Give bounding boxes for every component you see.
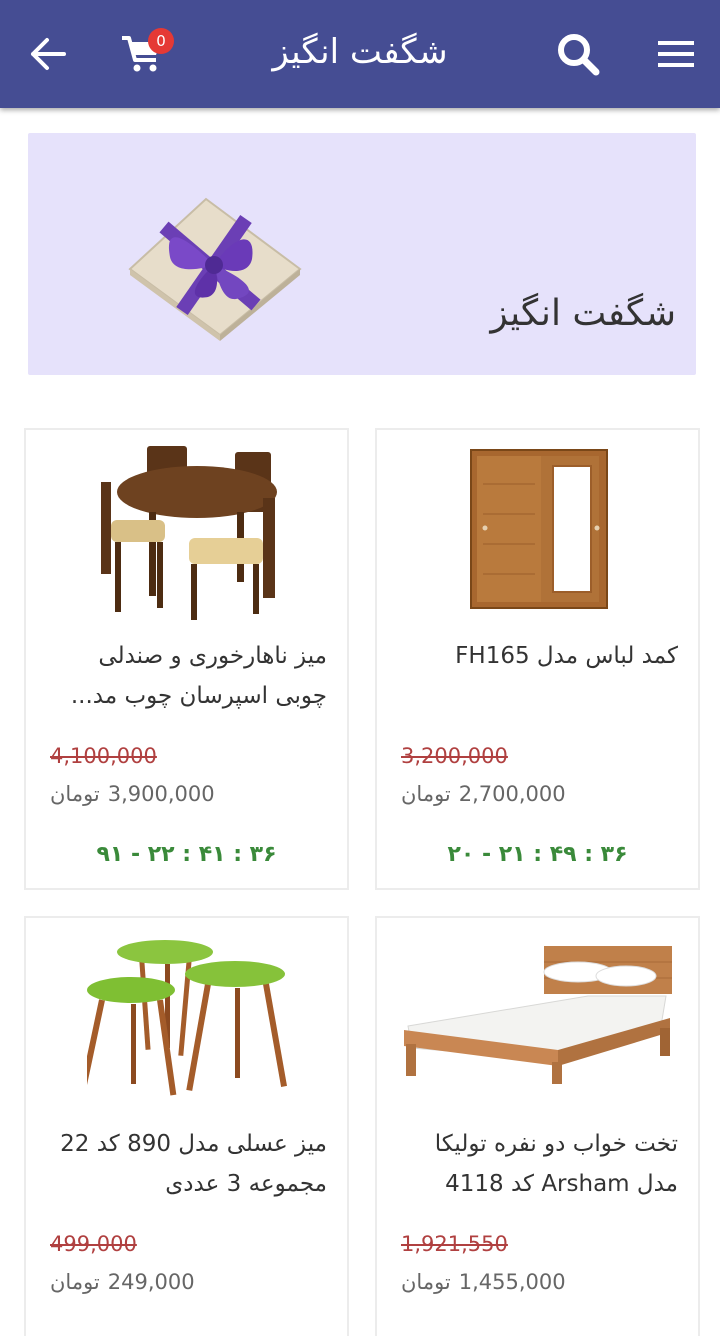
- old-price: 3,200,000: [401, 744, 508, 768]
- product-name[interactable]: تخت خواب دو نفره تولیکا مدل Arsham کد 41…: [395, 1124, 678, 1204]
- banner-title: شگفت انگیز: [490, 293, 676, 334]
- product-card[interactable]: میز عسلی مدل 890 کد 22 مجموعه 3 عددی 499…: [24, 916, 349, 1336]
- search-icon: [558, 34, 600, 76]
- menu-button[interactable]: [646, 24, 706, 84]
- currency-label: تومان: [50, 1270, 100, 1294]
- old-price: 499,000: [50, 1232, 137, 1256]
- promo-banner[interactable]: شگفت انگیز: [28, 133, 696, 375]
- old-price: 1,921,550: [401, 1232, 508, 1256]
- countdown-timer: ۹۱ - ۲۲ : ۴۱ : ۳۶: [96, 842, 277, 867]
- side-tables-image: [86, 940, 287, 1096]
- page-title: شگفت انگیز: [272, 32, 448, 72]
- app-bar: 0 شگفت انگیز: [0, 0, 720, 108]
- old-price: 4,100,000: [50, 744, 157, 768]
- countdown-timer: ۲۰ - ۲۱ : ۴۹ : ۳۶: [447, 842, 628, 867]
- product-name[interactable]: میز عسلی مدل 890 کد 22 مجموعه 3 عددی: [44, 1124, 327, 1204]
- product-card[interactable]: کمد لباس مدل FH165 3,200,000 تومان 2,700…: [375, 428, 700, 890]
- product-card[interactable]: تخت خواب دو نفره تولیکا مدل Arsham کد 41…: [375, 916, 700, 1336]
- bed-image: [403, 946, 672, 1084]
- currency-label: تومان: [401, 782, 451, 806]
- search-button[interactable]: [548, 24, 608, 84]
- price-row: تومان 3,900,000: [50, 782, 215, 806]
- product-name[interactable]: کمد لباس مدل FH165: [395, 636, 678, 676]
- dining-table-image: [100, 446, 277, 620]
- price: 3,900,000: [107, 782, 215, 806]
- price-row: تومان 1,455,000: [401, 1270, 566, 1294]
- price: 1,455,000: [458, 1270, 566, 1294]
- product-name[interactable]: میز ناهارخوری و صندلی چوبی اسپرسان چوب م…: [44, 636, 327, 716]
- currency-label: تومان: [401, 1270, 451, 1294]
- menu-icon: [658, 41, 694, 67]
- currency-label: تومان: [50, 782, 100, 806]
- price-row: تومان 2,700,000: [401, 782, 566, 806]
- product-card[interactable]: میز ناهارخوری و صندلی چوبی اسپرسان چوب م…: [24, 428, 349, 890]
- gift-box-image: [128, 197, 302, 341]
- price: 2,700,000: [458, 782, 566, 806]
- wardrobe-image: [469, 449, 608, 609]
- price: 249,000: [107, 1270, 195, 1294]
- price-row: تومان 249,000: [50, 1270, 195, 1294]
